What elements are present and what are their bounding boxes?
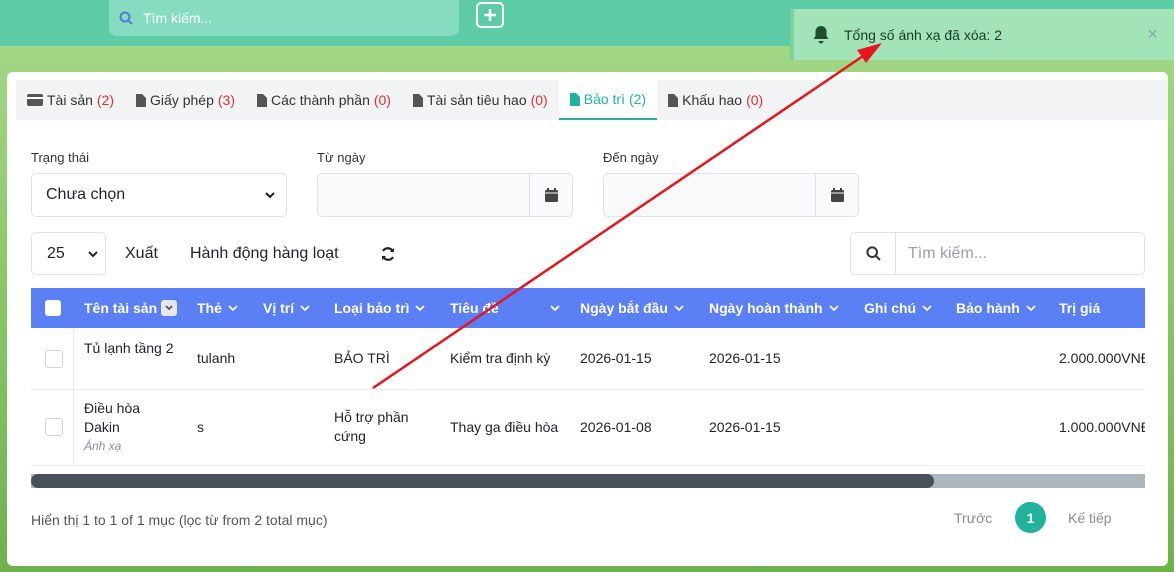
global-search-input[interactable]: Tìm kiếm... (109, 0, 459, 36)
select-all-checkbox[interactable] (45, 300, 61, 316)
page-size-select[interactable]: 25 (31, 232, 106, 275)
chevron-down-icon (922, 305, 932, 312)
end-date-cell: 2026-01-15 (709, 350, 781, 366)
file-icon (136, 93, 147, 107)
sort-toggle-icon[interactable] (161, 300, 178, 316)
file-icon (668, 93, 679, 107)
calendar-icon (544, 188, 558, 202)
start-date-cell: 2026-01-08 (580, 419, 652, 435)
column-divider (73, 328, 74, 389)
asset-name-cell[interactable]: Điều hòa Dakin Ánh xạ (84, 399, 140, 456)
status-value: Chưa chọn (46, 186, 126, 203)
tag-cell: s (197, 419, 204, 435)
to-date-input[interactable] (603, 173, 859, 217)
column-tag[interactable]: Thẻ (197, 288, 238, 328)
add-button[interactable] (476, 2, 504, 28)
file-icon (569, 92, 580, 106)
end-date-cell: 2026-01-15 (709, 419, 781, 435)
maintenance-type-cell: Hỗ trợ phần cứng (334, 409, 409, 444)
refresh-button[interactable] (367, 232, 409, 275)
table-row[interactable]: Tủ lạnh tầng 2 tulanh BẢO TRÌ Kiểm tra đ… (31, 328, 1145, 390)
column-note[interactable]: Ghi chú (864, 288, 932, 328)
chevron-down-icon (300, 305, 310, 312)
row-checkbox[interactable] (45, 418, 63, 436)
column-value[interactable]: Trị giá (1059, 288, 1100, 328)
column-maintenance-type[interactable]: Loại bảo trì (334, 288, 426, 328)
asset-name-cell[interactable]: Tủ lạnh tầng 2 (84, 339, 174, 358)
chevron-down-icon (265, 192, 275, 199)
table-header: Tên tài sản Thẻ Vị trí Loại bảo trì Tiêu… (31, 288, 1145, 328)
tab-depreciation[interactable]: Khấu hao (0) (657, 80, 774, 120)
search-button[interactable] (851, 233, 896, 274)
scrollbar-thumb[interactable] (31, 474, 934, 488)
maintenance-type-cell: BẢO TRÌ (334, 350, 390, 366)
table-row[interactable]: Điều hòa Dakin Ánh xạ s Hỗ trợ phần cứng… (31, 390, 1145, 466)
calendar-icon (830, 188, 844, 202)
tab-components[interactable]: Các thành phần (0) (246, 80, 402, 120)
table-search-placeholder: Tìm kiếm... (908, 244, 988, 262)
column-asset-name[interactable]: Tên tài sản (84, 288, 178, 328)
tab-consumables[interactable]: Tài sản tiêu hao (0) (402, 80, 559, 120)
toast-message: Tổng số ánh xạ đã xóa: 2 (844, 26, 1002, 43)
status-select[interactable]: Chưa chọn (31, 173, 287, 217)
to-date-label: Đến ngày (603, 150, 659, 165)
chevron-down-icon (828, 305, 839, 312)
main-card: Tài sản (2) Giấy phép (3) Các thành phần (0… (7, 72, 1168, 566)
pagination-info: Hiển thị 1 to 1 of 1 mục (lọc từ from 2 … (31, 512, 328, 528)
column-location[interactable]: Vị trí (263, 288, 310, 328)
from-date-input[interactable] (317, 173, 573, 217)
next-page-button[interactable]: Kế tiếp (1068, 510, 1112, 526)
table-search-input[interactable]: Tìm kiếm... (850, 232, 1145, 275)
page-1-button[interactable]: 1 (1015, 502, 1046, 533)
tab-licenses[interactable]: Giấy phép (3) (125, 80, 246, 120)
close-icon[interactable]: × (1147, 25, 1158, 43)
value-cell: 2.000.000VNĐ (1059, 350, 1145, 366)
refresh-icon (381, 246, 395, 261)
global-search-placeholder: Tìm kiếm... (143, 10, 213, 26)
start-date-cell: 2026-01-15 (580, 350, 652, 366)
search-icon (119, 11, 133, 25)
calendar-button[interactable] (529, 174, 572, 216)
title-cell: Thay ga điều hòa (450, 419, 559, 435)
plus-icon (484, 9, 496, 21)
chevron-down-icon (674, 305, 684, 312)
bell-icon (813, 25, 829, 43)
tab-assets[interactable]: Tài sản (2) (16, 80, 125, 120)
page-size-value: 25 (47, 244, 65, 262)
column-warranty[interactable]: Bảo hành (956, 288, 1036, 328)
row-checkbox[interactable] (45, 350, 63, 368)
value-cell: 1.000.000VNĐ (1059, 419, 1145, 435)
column-title[interactable]: Tiêu đề (450, 288, 560, 328)
chevron-down-icon (415, 305, 426, 312)
bulk-actions-button[interactable]: Hành động hàng loạt (180, 232, 349, 275)
tag-cell: tulanh (197, 350, 236, 366)
column-start-date[interactable]: Ngày bắt đầu (580, 288, 684, 328)
column-divider (73, 390, 74, 465)
mapping-sublabel: Ánh xạ (84, 439, 122, 453)
from-date-label: Từ ngày (317, 150, 366, 165)
status-label: Trạng thái (31, 150, 90, 165)
export-button[interactable]: Xuất (115, 232, 168, 275)
chevron-down-icon (88, 251, 98, 258)
credit-card-icon (27, 94, 43, 106)
column-end-date[interactable]: Ngày hoàn thành (709, 288, 839, 328)
chevron-down-icon (550, 305, 560, 312)
prev-page-button[interactable]: Trước (954, 510, 992, 526)
asset-tabs: Tài sản (2) Giấy phép (3) Các thành phần (0… (16, 80, 1168, 120)
tab-maintenance[interactable]: Bảo trì (2) (558, 80, 658, 120)
file-icon (412, 93, 423, 107)
calendar-button[interactable] (815, 174, 858, 216)
search-icon (865, 246, 881, 261)
horizontal-scrollbar[interactable] (31, 474, 1145, 488)
file-icon (257, 93, 267, 107)
chevron-down-icon (1026, 305, 1036, 312)
chevron-down-icon (228, 305, 238, 312)
maintenance-table: Tên tài sản Thẻ Vị trí Loại bảo trì Tiêu… (31, 288, 1145, 474)
title-cell: Kiểm tra định kỳ (450, 350, 551, 366)
notification-toast: Tổng số ánh xạ đã xóa: 2 × (790, 9, 1174, 60)
